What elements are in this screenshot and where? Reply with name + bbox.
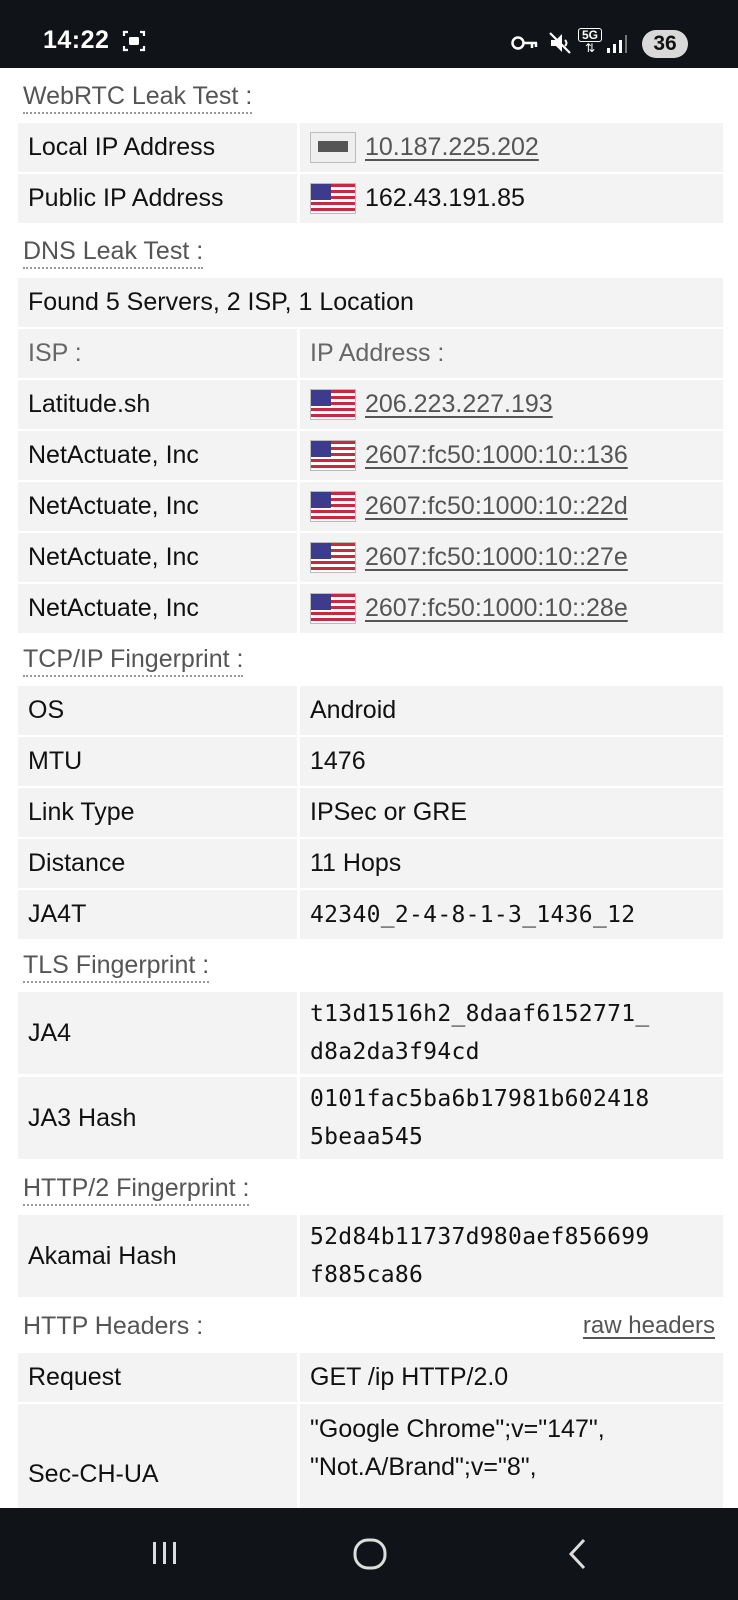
table-row: Distance 11 Hops xyxy=(18,839,723,888)
http2-section-title: HTTP/2 Fingerprint : xyxy=(23,1173,250,1206)
row-value: 42340_2-4-8-1-3_1436_12 xyxy=(300,890,723,939)
table-row: Sec-CH-UA "Google Chrome";v="147", "Not.… xyxy=(18,1404,723,1508)
table-row: JA4T 42340_2-4-8-1-3_1436_12 xyxy=(18,890,723,939)
table-row: Request GET /ip HTTP/2.0 xyxy=(18,1353,723,1402)
dns-ip-link[interactable]: 2607:fc50:1000:10::22d xyxy=(365,492,628,521)
us-flag-icon xyxy=(310,183,356,214)
dns-section-title: DNS Leak Test : xyxy=(23,236,204,269)
status-time: 14:22 xyxy=(43,26,110,54)
row-value: 162.43.191.85 xyxy=(300,174,723,223)
dns-ip-link[interactable]: 206.223.227.193 xyxy=(365,390,553,419)
us-flag-icon xyxy=(310,593,356,624)
row-value: 10.187.225.202 xyxy=(300,123,723,172)
table-row: OS Android xyxy=(18,686,723,735)
local-ip-link[interactable]: 10.187.225.202 xyxy=(365,133,539,162)
battery-level: 36 xyxy=(642,30,688,58)
row-label: Public IP Address xyxy=(18,174,297,223)
hash-line: t13d1516h2_8daaf6152771_ xyxy=(310,1001,650,1027)
hash-line: f885ca86 xyxy=(310,1262,424,1288)
dns-summary: Found 5 Servers, 2 ISP, 1 Location xyxy=(18,278,723,327)
dns-header-row: ISP : IP Address : xyxy=(18,329,723,378)
row-value: 206.223.227.193 xyxy=(300,380,723,429)
back-button[interactable] xyxy=(564,1536,594,1572)
table-row: Link Type IPSec or GRE xyxy=(18,788,723,837)
dns-ip-link[interactable]: 2607:fc50:1000:10::27e xyxy=(365,543,628,572)
hash-line: 5beaa545 xyxy=(310,1124,424,1150)
row-value: 2607:fc50:1000:10::22d xyxy=(300,482,723,531)
table-row: MTU 1476 xyxy=(18,737,723,786)
row-value: 1476 xyxy=(300,737,723,786)
row-value: 2607:fc50:1000:10::27e xyxy=(300,533,723,582)
status-bar: 14:22 5G ⇅ 36 xyxy=(0,0,738,68)
page-content: WebRTC Leak Test : Local IP Address 10.1… xyxy=(0,68,738,1508)
webrtc-section-title: WebRTC Leak Test : xyxy=(23,81,253,114)
row-label: Local IP Address xyxy=(18,123,297,172)
row-value: 0101fac5ba6b17981b602418 5beaa545 xyxy=(300,1077,723,1159)
row-value: 2607:fc50:1000:10::136 xyxy=(300,431,723,480)
row-value: GET /ip HTTP/2.0 xyxy=(300,1353,723,1402)
header-value-line: "Not.A/Brand";v="8", xyxy=(310,1453,537,1481)
us-flag-icon xyxy=(310,389,356,420)
table-row: Local IP Address 10.187.225.202 xyxy=(18,123,723,172)
isp-column-header: ISP : xyxy=(18,329,297,378)
dns-ip-link[interactable]: 2607:fc50:1000:10::136 xyxy=(365,441,628,470)
lan-icon xyxy=(310,132,356,163)
row-value: 11 Hops xyxy=(300,839,723,888)
isp-name: NetActuate, Inc xyxy=(18,584,297,633)
tcpip-section-title: TCP/IP Fingerprint : xyxy=(23,644,244,677)
table-row: NetActuate, Inc 2607:fc50:1000:10::28e xyxy=(18,584,723,633)
vpn-key-icon xyxy=(511,36,538,50)
table-row: NetActuate, Inc 2607:fc50:1000:10::136 xyxy=(18,431,723,480)
row-label: Link Type xyxy=(18,788,297,837)
row-label: OS xyxy=(18,686,297,735)
screenshot-icon xyxy=(122,30,146,52)
row-value: 52d84b11737d980aef856699 f885ca86 xyxy=(300,1215,723,1297)
ip-column-header: IP Address : xyxy=(300,329,723,378)
row-label: JA3 Hash xyxy=(18,1077,297,1159)
isp-name: NetActuate, Inc xyxy=(18,482,297,531)
isp-name: Latitude.sh xyxy=(18,380,297,429)
isp-name: NetActuate, Inc xyxy=(18,431,297,480)
table-row: NetActuate, Inc 2607:fc50:1000:10::22d xyxy=(18,482,723,531)
us-flag-icon xyxy=(310,440,356,471)
table-row: Public IP Address 162.43.191.85 xyxy=(18,174,723,223)
public-ip-value: 162.43.191.85 xyxy=(365,184,525,212)
row-label: Sec-CH-UA xyxy=(18,1404,297,1508)
signal-icon xyxy=(607,35,627,53)
hash-line: 0101fac5ba6b17981b602418 xyxy=(310,1086,650,1112)
raw-headers-link[interactable]: raw headers xyxy=(583,1312,715,1340)
dns-summary-row: Found 5 Servers, 2 ISP, 1 Location xyxy=(18,278,723,327)
row-label: MTU xyxy=(18,737,297,786)
isp-name: NetActuate, Inc xyxy=(18,533,297,582)
dns-ip-link[interactable]: 2607:fc50:1000:10::28e xyxy=(365,594,628,623)
us-flag-icon xyxy=(310,491,356,522)
hash-line: d8a2da3f94cd xyxy=(310,1039,480,1065)
row-value: "Google Chrome";v="147", "Not.A/Brand";v… xyxy=(300,1404,723,1508)
tls-section-title: TLS Fingerprint : xyxy=(23,950,210,983)
headers-section-title: HTTP Headers : xyxy=(23,1312,204,1340)
table-row: Akamai Hash 52d84b11737d980aef856699 f88… xyxy=(18,1215,723,1297)
row-value: t13d1516h2_8daaf6152771_ d8a2da3f94cd xyxy=(300,992,723,1074)
row-value: Android xyxy=(300,686,723,735)
mute-icon xyxy=(549,32,571,54)
row-label: Request xyxy=(18,1353,297,1402)
5g-icon: 5G ⇅ xyxy=(578,28,602,58)
home-button[interactable] xyxy=(352,1536,388,1572)
row-label: JA4 xyxy=(18,992,297,1074)
table-row: JA4 t13d1516h2_8daaf6152771_ d8a2da3f94c… xyxy=(18,992,723,1074)
row-label: Distance xyxy=(18,839,297,888)
row-value: IPSec or GRE xyxy=(300,788,723,837)
row-label: Akamai Hash xyxy=(18,1215,297,1297)
table-row: NetActuate, Inc 2607:fc50:1000:10::27e xyxy=(18,533,723,582)
table-row: Latitude.sh 206.223.227.193 xyxy=(18,380,723,429)
row-label: JA4T xyxy=(18,890,297,939)
hash-line: 52d84b11737d980aef856699 xyxy=(310,1224,650,1250)
table-row: JA3 Hash 0101fac5ba6b17981b602418 5beaa5… xyxy=(18,1077,723,1159)
header-value-line: "Google Chrome";v="147", xyxy=(310,1415,605,1443)
navigation-bar xyxy=(0,1508,738,1600)
row-value: 2607:fc50:1000:10::28e xyxy=(300,584,723,633)
recents-button[interactable] xyxy=(148,1536,182,1570)
us-flag-icon xyxy=(310,542,356,573)
